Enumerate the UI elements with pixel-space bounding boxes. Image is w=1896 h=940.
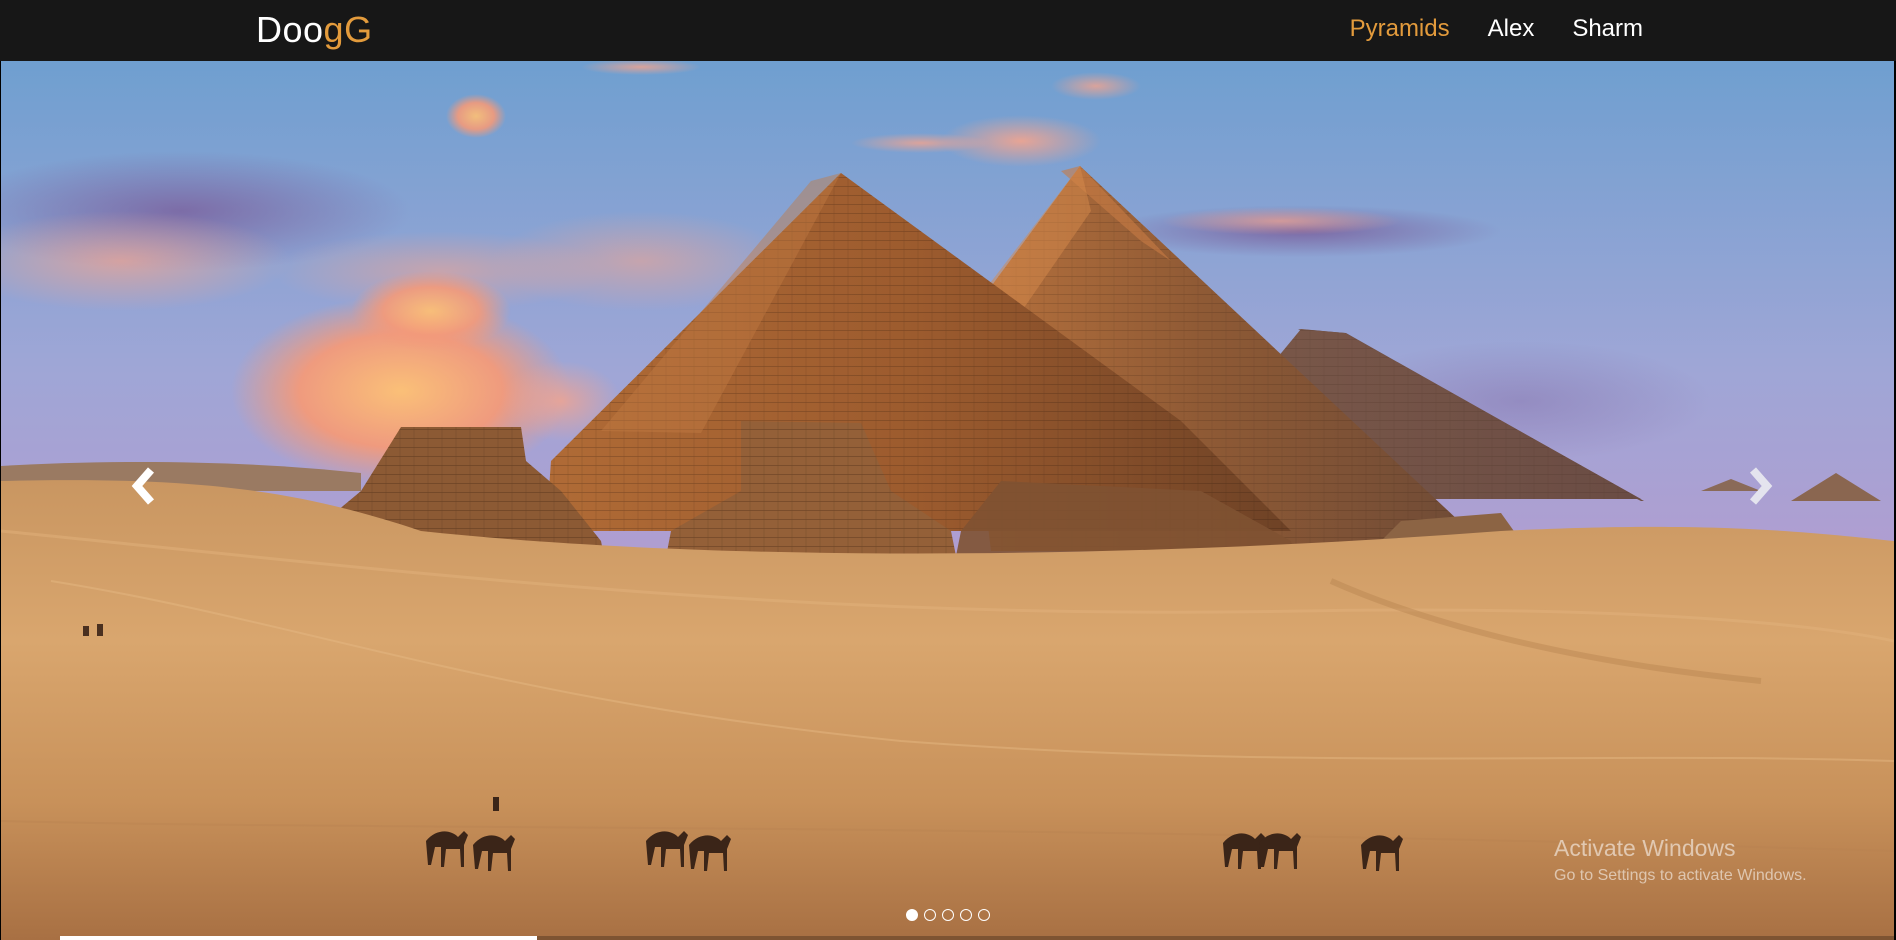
carousel-indicator-3[interactable] xyxy=(941,909,954,921)
carousel-progress-fill xyxy=(60,936,537,940)
carousel-prev-button[interactable] xyxy=(114,456,174,516)
pyramids-slide-image xyxy=(1,61,1894,940)
brand-accent: gG xyxy=(323,9,373,50)
nav-links: Pyramids Alex Sharm xyxy=(1350,14,1643,44)
navbar: DoogG Pyramids Alex Sharm xyxy=(0,0,1896,61)
carousel-next-button[interactable] xyxy=(1730,456,1790,516)
brand-logo[interactable]: DoogG xyxy=(256,10,373,50)
nav-link-pyramids[interactable]: Pyramids xyxy=(1350,14,1450,44)
carousel-indicator-1[interactable] xyxy=(905,909,918,921)
carousel-indicators xyxy=(1,909,1894,921)
nav-link-alex[interactable]: Alex xyxy=(1488,14,1535,44)
brand-prefix: Doo xyxy=(256,9,324,50)
carousel-indicator-4[interactable] xyxy=(959,909,972,921)
carousel-progress-track xyxy=(60,936,1894,940)
carousel-indicator-5[interactable] xyxy=(977,909,990,921)
hero-carousel xyxy=(1,61,1894,940)
page: DoogG Pyramids Alex Sharm Activate Windo… xyxy=(0,0,1896,940)
chevron-left-icon xyxy=(131,467,155,505)
nav-link-sharm[interactable]: Sharm xyxy=(1572,14,1643,44)
carousel-indicator-2[interactable] xyxy=(923,909,936,921)
chevron-right-icon xyxy=(1749,467,1773,505)
